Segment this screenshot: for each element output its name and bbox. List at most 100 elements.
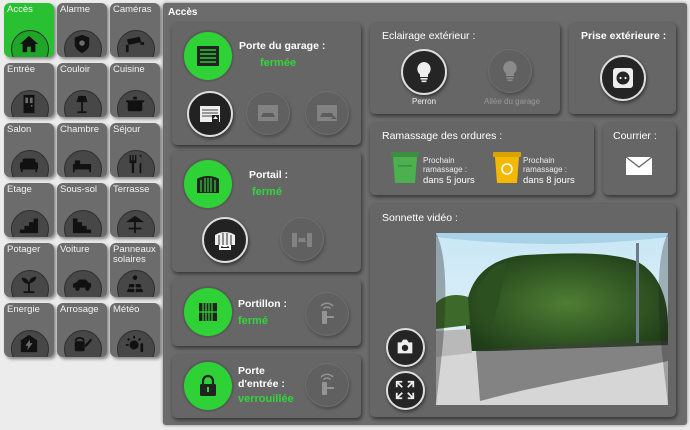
nav-tile-sous-sol[interactable]: Sous-sol xyxy=(57,183,107,237)
nav-tile-label: Voiture xyxy=(60,244,90,255)
yellow-bin-label: Prochain ramassage : xyxy=(523,156,568,174)
mail-title: Courrier : xyxy=(613,130,657,142)
nav-tile-salon[interactable]: Salon xyxy=(4,123,54,177)
green-bin-next: dans 5 jours xyxy=(423,175,475,186)
door-icon xyxy=(18,94,40,114)
solar-panel-icon xyxy=(124,274,146,294)
garage-car-button[interactable] xyxy=(246,91,290,135)
weather-icon xyxy=(124,334,146,354)
envelope-icon xyxy=(625,156,653,175)
stairs-down-icon xyxy=(71,214,93,234)
nav-tile-alarme[interactable]: Alarme xyxy=(57,3,107,57)
front-door-status: verrouillée xyxy=(238,393,294,405)
garage-close-icon xyxy=(317,105,337,121)
nav-tile-sejour[interactable]: Séjour xyxy=(110,123,160,177)
lightbulb-icon xyxy=(417,62,431,83)
front-door-title: Porte d'entrée : xyxy=(238,365,285,390)
bed-icon xyxy=(71,154,93,174)
green-bin-label: Prochain ramassage : xyxy=(423,156,468,174)
yellow-bin-next: dans 8 jours xyxy=(523,175,575,186)
snapshot-button[interactable] xyxy=(386,328,425,367)
small-gate-card: Portillon : fermé xyxy=(172,279,361,346)
nav-tile-acces[interactable]: Accès xyxy=(4,3,54,57)
fullscreen-button[interactable] xyxy=(386,371,425,410)
nav-tile-label: Couloir xyxy=(60,64,91,75)
nav-tile-cameras[interactable]: Caméras xyxy=(110,3,160,57)
doorbell-video-feed[interactable] xyxy=(436,233,668,405)
nav-tile-label: Terrasse xyxy=(113,184,150,195)
nav-tile-label: Météo xyxy=(113,304,140,315)
power-socket-icon xyxy=(613,68,633,88)
nav-tile-meteo[interactable]: Météo xyxy=(110,303,160,357)
smart-lock-icon xyxy=(320,373,334,395)
garage-door-icon xyxy=(197,46,219,66)
perron-light-button[interactable] xyxy=(401,49,447,95)
sofa-icon xyxy=(18,154,40,174)
shield-icon xyxy=(71,34,93,54)
pot-icon xyxy=(124,94,146,114)
gate-car-button[interactable] xyxy=(280,217,324,261)
nav-tile-label: Arrosage xyxy=(60,304,99,315)
garage-open-button[interactable] xyxy=(187,91,233,137)
garage-close-button[interactable] xyxy=(305,91,349,135)
house-icon xyxy=(18,34,40,54)
padlock-icon xyxy=(200,374,216,396)
nav-tile-label: Chambre xyxy=(60,124,100,135)
front-door-card: Porte d'entrée : verrouillée xyxy=(172,355,361,418)
outdoor-lighting-card: Eclairage extérieur : Perron Allée du ga… xyxy=(370,23,560,114)
small-gate-icon xyxy=(199,303,217,321)
nav-tile-label: Energie xyxy=(7,304,40,315)
gate-toggle-button[interactable] xyxy=(202,217,248,263)
panel-title: Accès xyxy=(168,7,198,18)
energy-icon xyxy=(18,334,40,354)
front-door-lock-button[interactable] xyxy=(305,363,349,407)
waste-title: Ramassage des ordures : xyxy=(382,130,503,142)
small-gate-lock-button[interactable] xyxy=(305,292,349,336)
nav-tile-label: Entrée xyxy=(7,64,35,75)
gate-card: Portail : fermé xyxy=(172,151,361,272)
parasol-icon xyxy=(124,214,146,234)
nav-tile-cuisine[interactable]: Cuisine xyxy=(110,63,160,117)
socket-title: Prise extérieure : xyxy=(581,30,667,42)
nav-tile-label: Séjour xyxy=(113,124,141,135)
front-door-status-indicator xyxy=(184,362,232,410)
garage-car-icon xyxy=(258,105,278,121)
yellow-recycling-bin-icon xyxy=(493,152,521,183)
lighting-title: Eclairage extérieur : xyxy=(382,30,476,42)
outdoor-socket-button[interactable] xyxy=(600,55,646,101)
nav-tile-label: Cuisine xyxy=(113,64,145,75)
expand-icon xyxy=(395,380,415,400)
nav-tile-label: Salon xyxy=(7,124,32,135)
video-frame xyxy=(436,233,668,405)
garage-title: Porte du garage : xyxy=(239,40,326,52)
doorbell-title: Sonnette vidéo : xyxy=(382,212,458,224)
perron-label: Perron xyxy=(412,97,437,106)
car-icon xyxy=(71,274,93,294)
sprout-icon xyxy=(18,274,40,294)
smart-lock-icon xyxy=(320,302,334,324)
green-bin-icon xyxy=(391,152,419,183)
nav-tile-etage[interactable]: Etage xyxy=(4,183,54,237)
outdoor-socket-card: Prise extérieure : xyxy=(569,23,676,114)
nav-tile-panneaux[interactable]: Panneaux solaires xyxy=(110,243,160,297)
gate-title: Portail : xyxy=(249,169,289,181)
nav-tile-voiture[interactable]: Voiture xyxy=(57,243,107,297)
nav-tile-potager[interactable]: Potager xyxy=(4,243,54,297)
lamp-icon xyxy=(71,94,93,114)
garage-path-light-button[interactable] xyxy=(488,49,532,93)
nav-tile-terrasse[interactable]: Terrasse xyxy=(110,183,160,237)
nav-tile-arrosage[interactable]: Arrosage xyxy=(57,303,107,357)
garage-door-card: Porte du garage : fermée xyxy=(172,23,361,145)
nav-tile-entree[interactable]: Entrée xyxy=(4,63,54,117)
nav-tile-energie[interactable]: Energie xyxy=(4,303,54,357)
nav-tile-label: Alarme xyxy=(60,4,91,15)
small-gate-status-indicator xyxy=(184,288,232,336)
gate-icon xyxy=(197,176,219,193)
camera-snapshot-icon xyxy=(397,339,413,354)
nav-tile-chambre[interactable]: Chambre xyxy=(57,123,107,177)
nav-tile-couloir[interactable]: Couloir xyxy=(57,63,107,117)
garage-status-indicator xyxy=(184,32,232,80)
nav-tile-label: Sous-sol xyxy=(60,184,97,195)
gate-car-icon xyxy=(292,233,312,247)
lightbulb-icon xyxy=(503,61,517,82)
